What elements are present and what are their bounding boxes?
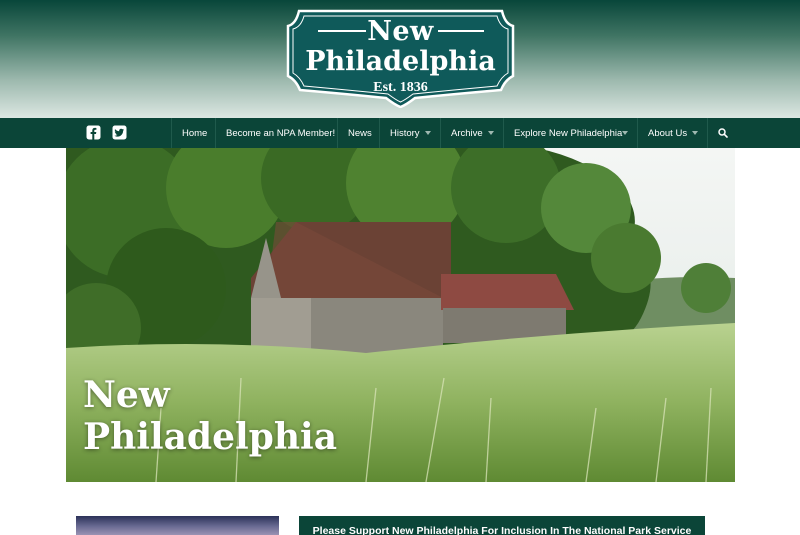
nav-item-label: History: [390, 127, 420, 139]
featured-image-thumbnail[interactable]: [76, 516, 279, 535]
twitter-icon[interactable]: [112, 125, 127, 140]
support-callout-banner[interactable]: Please Support New Philadelphia For Incl…: [299, 516, 705, 535]
nav-item-label: Archive: [451, 127, 483, 139]
facebook-icon[interactable]: [86, 125, 101, 140]
search-button[interactable]: [707, 118, 737, 148]
chevron-down-icon: [692, 131, 698, 135]
main-navigation: Home Become an NPA Member! News History …: [0, 118, 800, 148]
nav-item-explore[interactable]: Explore New Philadelphia: [503, 118, 637, 148]
nav-item-about-us[interactable]: About Us: [637, 118, 707, 148]
nav-item-label: Home: [182, 127, 208, 139]
chevron-down-icon: [425, 131, 431, 135]
callout-text: Please Support New Philadelphia For Incl…: [312, 525, 692, 535]
logo-line-new: New: [367, 16, 434, 47]
nav-item-archive[interactable]: Archive: [440, 118, 503, 148]
logo-line-philadelphia: Philadelphia: [305, 46, 496, 77]
nav-item-home[interactable]: Home: [171, 118, 215, 148]
chevron-down-icon: [488, 131, 494, 135]
site-header: New Philadelphia Est. 1836: [0, 0, 800, 118]
nav-item-news[interactable]: News: [337, 118, 379, 148]
nav-item-label: News: [348, 127, 372, 139]
hero-title: New Philadelphia: [83, 374, 338, 458]
nav-item-label: Explore New Philadelphia: [514, 127, 623, 139]
nav-item-history[interactable]: History: [379, 118, 440, 148]
nav-item-become-member[interactable]: Become an NPA Member!: [215, 118, 337, 148]
chevron-down-icon: [622, 131, 628, 135]
nav-item-label: About Us: [648, 127, 688, 139]
search-icon: [717, 128, 728, 138]
site-logo[interactable]: New Philadelphia Est. 1836: [285, 8, 516, 108]
nav-item-label: Become an NPA Member!: [226, 127, 336, 139]
hero-banner: New Philadelphia: [66, 148, 735, 482]
logo-established: Est. 1836: [373, 80, 428, 95]
